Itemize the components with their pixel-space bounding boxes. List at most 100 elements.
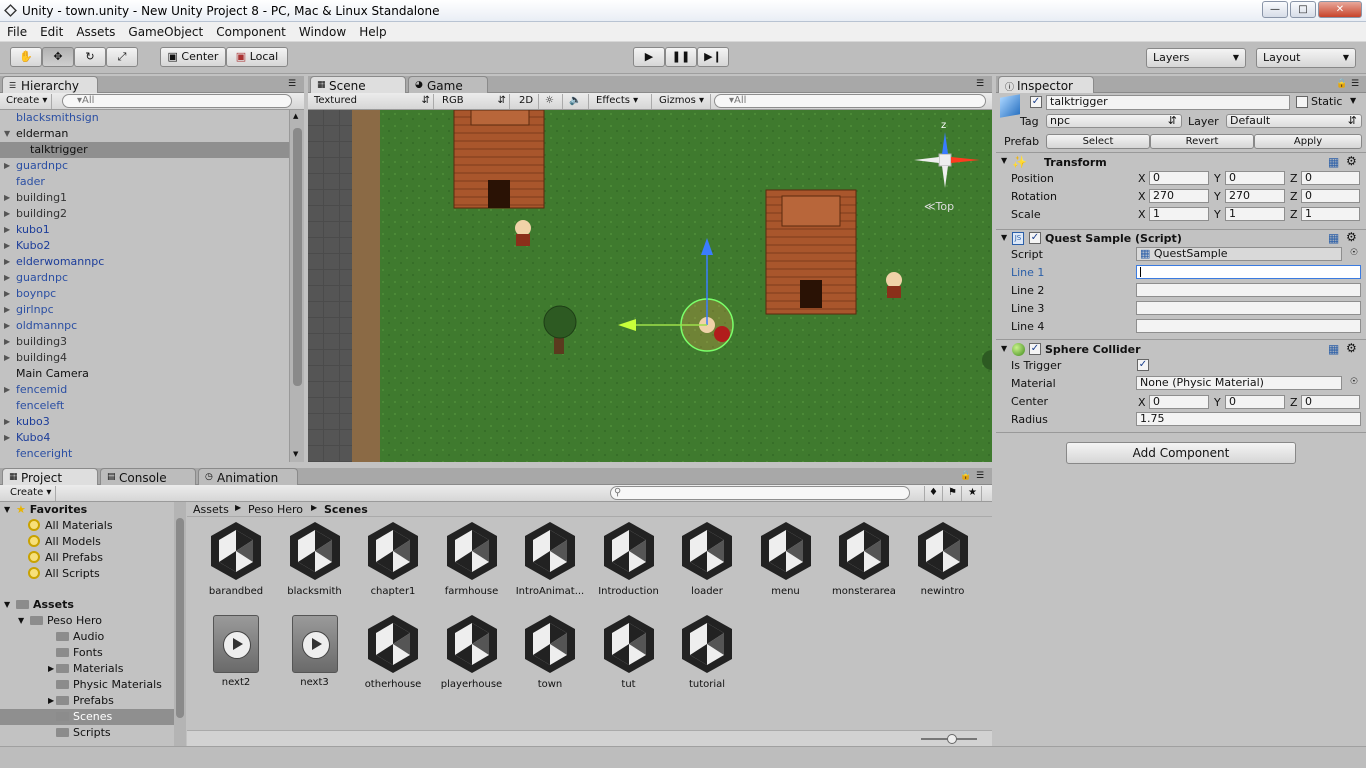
active-checkbox[interactable]: ✓	[1030, 96, 1042, 108]
foldout-arrow-icon[interactable]: ▼	[1001, 344, 1007, 353]
foldout-closed-icon[interactable]: ▶	[4, 318, 10, 334]
foldout-closed-icon[interactable]: ▶	[4, 350, 10, 366]
favorites-header[interactable]: ★ Favorites	[16, 502, 87, 518]
hierarchy-item[interactable]: ▶ Kubo2	[0, 238, 289, 254]
hierarchy-item[interactable]: blacksmithsign	[0, 110, 289, 126]
panel-menu-icon[interactable]: ☰	[288, 79, 296, 89]
folder-tree-item[interactable]: Physic Materials	[56, 677, 162, 693]
hierarchy-search-input[interactable]: ▾All	[62, 94, 292, 108]
tag-dropdown[interactable]: npc ⇵	[1046, 114, 1182, 128]
hierarchy-item[interactable]: ▶ oldmannpc	[0, 318, 289, 334]
line2-input[interactable]	[1136, 283, 1361, 297]
menu-item-gameobject[interactable]: GameObject	[121, 22, 209, 39]
position-y-input[interactable]: 0	[1225, 171, 1285, 185]
tab-console[interactable]: ▤ Console	[100, 468, 196, 485]
rotation-z-input[interactable]: 0	[1301, 189, 1360, 203]
asset-item[interactable]: tut	[590, 613, 668, 690]
scene-search-input[interactable]: ▾All	[714, 94, 986, 108]
hierarchy-item[interactable]: ▼ elderman	[0, 126, 289, 142]
gear-icon[interactable]: ⚙	[1346, 230, 1357, 244]
line1-input[interactable]	[1136, 265, 1361, 279]
close-button[interactable]: ✕	[1318, 1, 1362, 18]
foldout-arrow-icon[interactable]: ▼	[1001, 156, 1007, 165]
help-book-icon[interactable]: ▦	[1328, 231, 1339, 245]
hierarchy-item[interactable]: ▶ boynpc	[0, 286, 289, 302]
maximize-button[interactable]: □	[1290, 1, 1316, 18]
hierarchy-item[interactable]: fenceright	[0, 446, 289, 462]
hierarchy-item[interactable]: ▶ elderwomannpc	[0, 254, 289, 270]
hierarchy-item[interactable]: ▶ kubo3	[0, 414, 289, 430]
scrollbar-thumb[interactable]	[293, 128, 302, 386]
scale-y-input[interactable]: 1	[1225, 207, 1285, 221]
collider-enabled-checkbox[interactable]: ✓	[1029, 343, 1041, 355]
asset-item[interactable]: newintro	[904, 520, 982, 597]
asset-item[interactable]: blacksmith	[276, 520, 354, 597]
panel-menu-icon[interactable]: ☰	[1351, 79, 1359, 89]
tab-inspector[interactable]: ⓘ Inspector	[998, 76, 1094, 93]
scale-tool-button[interactable]: ⤢	[106, 47, 138, 67]
folder-tree-item[interactable]: Scripts	[56, 725, 111, 741]
menu-item-component[interactable]: Component	[209, 22, 292, 39]
menu-item-window[interactable]: Window	[292, 22, 352, 39]
hierarchy-item[interactable]: ▶ guardnpc	[0, 158, 289, 174]
quest-enabled-checkbox[interactable]: ✓	[1029, 232, 1041, 244]
pivot-center-toggle[interactable]: ▣ Center	[160, 47, 226, 67]
layer-dropdown[interactable]: Default ⇵	[1226, 114, 1362, 128]
asset-item[interactable]: barandbed	[197, 520, 275, 597]
layout-dropdown[interactable]: Layout ▼	[1256, 48, 1356, 68]
asset-item[interactable]: monsterarea	[825, 520, 903, 597]
foldout-arrow-icon[interactable]: ▶	[48, 661, 54, 677]
static-dropdown-icon[interactable]: ▼	[1350, 96, 1356, 105]
tab-hierarchy[interactable]: ☰ Hierarchy	[2, 76, 98, 93]
tab-scene[interactable]: ▦ Scene	[310, 76, 406, 93]
folder-tree-item[interactable]: Scenes	[56, 709, 112, 725]
rotation-y-input[interactable]: 270	[1225, 189, 1285, 203]
foldout-closed-icon[interactable]: ▶	[4, 302, 10, 318]
folder-tree-item[interactable]: Peso Hero	[30, 613, 102, 629]
hierarchy-item[interactable]: ▶ building4	[0, 350, 289, 366]
hierarchy-item[interactable]: Main Camera	[0, 366, 289, 382]
foldout-closed-icon[interactable]: ▶	[4, 254, 10, 270]
move-tool-button[interactable]: ✥	[42, 47, 74, 67]
favorite-item[interactable]: All Materials	[28, 518, 113, 534]
foldout-arrow-icon[interactable]: ▼	[18, 613, 24, 629]
static-checkbox[interactable]	[1296, 96, 1308, 108]
assets-header[interactable]: Assets	[16, 597, 74, 613]
hand-tool-button[interactable]: ✋	[10, 47, 42, 67]
audio-toggle[interactable]: 🔈	[565, 94, 589, 109]
center-z-input[interactable]: 0	[1301, 395, 1360, 409]
menu-item-file[interactable]: File	[0, 22, 33, 39]
center-x-input[interactable]: 0	[1149, 395, 1209, 409]
scrollbar-thumb[interactable]	[176, 518, 184, 718]
asset-item[interactable]: farmhouse	[433, 520, 511, 597]
foldout-open-icon[interactable]: ▼	[4, 126, 10, 142]
panel-menu-icon[interactable]: ☰	[976, 471, 984, 481]
foldout-closed-icon[interactable]: ▶	[4, 222, 10, 238]
asset-item[interactable]: otherhouse	[354, 613, 432, 690]
gear-icon[interactable]: ⚙	[1346, 341, 1357, 355]
hierarchy-item[interactable]: ▶ building2	[0, 206, 289, 222]
radius-input[interactable]: 1.75	[1136, 412, 1361, 426]
material-object-field[interactable]: None (Physic Material)	[1136, 376, 1342, 390]
filter-label-button[interactable]: ⚑	[944, 486, 962, 501]
hierarchy-item[interactable]: ▶ girlnpc	[0, 302, 289, 318]
help-book-icon[interactable]: ▦	[1328, 342, 1339, 356]
prefab-revert-button[interactable]: Revert	[1150, 134, 1254, 149]
folder-tree-item[interactable]: Audio	[56, 629, 104, 645]
shading-mode-dropdown[interactable]: Textured ⇵	[310, 94, 434, 109]
breadcrumb-scenes[interactable]: Scenes	[324, 503, 368, 516]
favorite-item[interactable]: All Scripts	[28, 566, 100, 582]
asset-item[interactable]: chapter1	[354, 520, 432, 597]
foldout-arrow-icon[interactable]: ▼	[4, 597, 10, 613]
favorite-item[interactable]: All Models	[28, 534, 101, 550]
position-x-input[interactable]: 0	[1149, 171, 1209, 185]
prefab-apply-button[interactable]: Apply	[1254, 134, 1362, 149]
asset-item[interactable]: tutorial	[668, 613, 746, 690]
rotate-tool-button[interactable]: ↻	[74, 47, 106, 67]
hierarchy-item[interactable]: fenceleft	[0, 398, 289, 414]
foldout-closed-icon[interactable]: ▶	[4, 286, 10, 302]
line4-input[interactable]	[1136, 319, 1361, 333]
foldout-closed-icon[interactable]: ▶	[4, 270, 10, 286]
add-component-button[interactable]: Add Component	[1066, 442, 1296, 464]
hierarchy-scrollbar[interactable]: ▲ ▼	[289, 110, 304, 462]
